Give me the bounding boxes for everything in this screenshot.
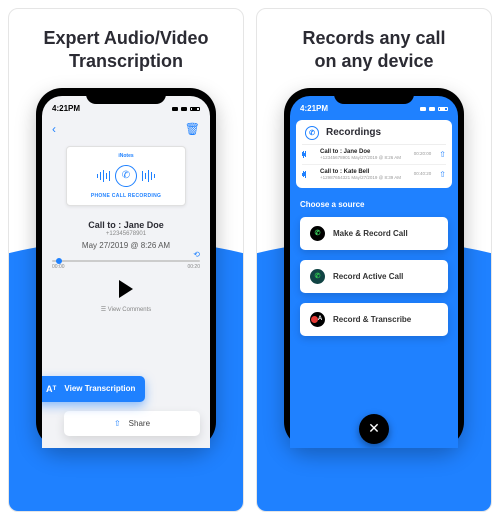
row-sub: +12345678901 May/27/2019 @ 8:26 AM [320,155,410,160]
row-duration: 00:20:00 [414,151,432,156]
recording-row[interactable]: Call to : Kate Bell +12987654321 May/27/… [302,165,446,184]
view-comments-link[interactable]: ☰ View Comments [42,306,210,313]
left-store-panel: Expert Audio/Video Transcription 4:21PM … [8,8,244,512]
share-icon[interactable]: ⇧ [439,170,446,179]
progress-end: 00:20 [187,264,200,270]
phone-icon: ✆ [115,165,137,187]
recordings-card: ✆ Recordings Call to : Jane Doe +1234567… [296,120,452,188]
headline-line1: Records any call [267,27,481,50]
share-button[interactable]: ⇧ Share [64,411,200,436]
play-icon[interactable] [119,280,133,298]
recording-type-label: PHONE CALL RECORDING [71,193,181,199]
phone-icon: ✆ [310,226,325,241]
notch [334,88,414,104]
loop-icon[interactable]: ⟲ [193,250,200,259]
row-duration: 00:40:20 [414,171,432,176]
statusbar-time: 4:21PM [300,104,328,113]
headline-line2: on any device [267,50,481,73]
left-headline: Expert Audio/Video Transcription [9,9,243,88]
right-headline: Records any call on any device [257,9,491,88]
phone-frame-right: 4:21PM ✆ Recordings Call to : [284,88,464,448]
recordings-header: ✆ Recordings [302,126,446,145]
record-transcribe-button[interactable]: A Record & Transcribe [300,303,448,336]
notch [86,88,166,104]
record-transcribe-icon: A [310,312,325,327]
phone-frame-left: 4:21PM ‹ 🗑 iNotes ✆ [36,88,216,448]
brand-label: iNotes [71,153,181,159]
active-call-icon: ✆ [310,269,325,284]
mini-wave-icon [302,171,316,178]
call-date: May 27/2019 @ 8:26 AM [48,241,204,250]
headline-line2: Transcription [19,50,233,73]
share-icon[interactable]: ⇧ [439,150,446,159]
waveform-icon: ✆ [71,165,181,187]
close-icon[interactable]: ✕ [359,414,389,444]
record-active-call-button[interactable]: ✆ Record Active Call [300,260,448,293]
trash-icon[interactable]: 🗑 [185,122,200,136]
view-transcription-button[interactable]: Aᵀ View Transcription [42,376,145,402]
row-sub: +12987654321 May/27/2019 @ 8:39 AM [320,175,410,180]
mini-wave-icon [302,151,316,158]
playback-progress[interactable]: ⟲ 00:00 00:20 [52,260,200,270]
topbar: ‹ 🗑 [42,118,210,140]
progress-start: 00:00 [52,264,65,270]
call-number: +12345678901 [48,231,204,237]
phone-icon: ✆ [305,126,319,140]
share-icon: ⇧ [114,419,121,428]
statusbar-icons [172,107,200,111]
recording-card: iNotes ✆ PHONE CALL RECORDING [66,146,186,206]
recording-row[interactable]: Call to : Jane Doe +12345678901 May/27/2… [302,145,446,165]
choose-source-label: Choose a source [300,200,448,209]
make-record-call-button[interactable]: ✆ Make & Record Call [300,217,448,250]
call-to-label: Call to : Jane Doe [48,220,204,230]
statusbar-time: 4:21PM [52,104,80,113]
back-icon[interactable]: ‹ [52,122,56,136]
headline-line1: Expert Audio/Video [19,27,233,50]
text-icon: Aᵀ [46,384,56,394]
call-meta: Call to : Jane Doe +12345678901 May 27/2… [42,212,210,252]
screen-left: 4:21PM ‹ 🗑 iNotes ✆ [42,96,210,448]
right-store-panel: Records any call on any device 4:21PM ✆ … [256,8,492,512]
screen-right: 4:21PM ✆ Recordings Call to : [290,96,458,448]
statusbar-icons [420,107,448,111]
